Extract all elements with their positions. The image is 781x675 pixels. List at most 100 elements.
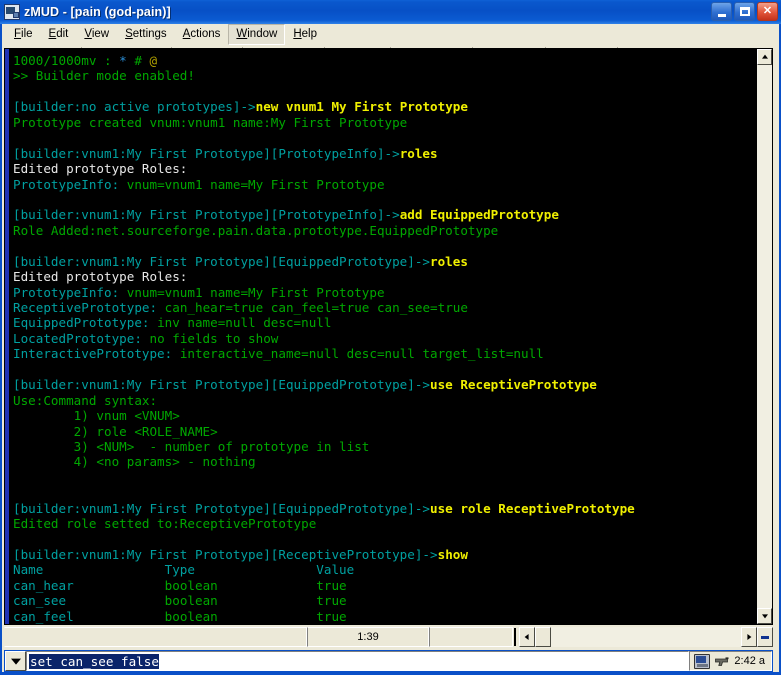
title-bar: zMUD - [pain (god-pain)] ✕ bbox=[0, 0, 781, 24]
terminal-text-run: [builder:vnum1:My First Prototype][Proto… bbox=[13, 207, 400, 223]
horizontal-scroll-thumb[interactable] bbox=[535, 627, 551, 647]
terminal-text-run: EquippedPrototype: bbox=[13, 315, 158, 331]
status-spare bbox=[429, 627, 513, 647]
terminal-line: [builder:vnum1:My First Prototype][Equip… bbox=[13, 501, 756, 516]
terminal-line: 1000/1000mv : * # @ bbox=[13, 53, 756, 68]
terminal-text-run: use role ReceptivePrototype bbox=[430, 500, 635, 516]
terminal-line: 3) <NUM> - number of prototype in list bbox=[13, 439, 756, 454]
terminal-text-run: no fields to show bbox=[149, 330, 279, 346]
terminal-line: can_see boolean true bbox=[13, 593, 756, 608]
menu-settings[interactable]: Settings bbox=[117, 24, 175, 45]
terminal-text-run: Role Added:net.sourceforge.pain.data.pro… bbox=[13, 222, 499, 238]
terminal-panel: 1000/1000mv : * # @ >> Builder mode enabl… bbox=[4, 48, 773, 625]
terminal-line: ReceptivePrototype: can_hear=true can_fe… bbox=[13, 300, 756, 315]
horizontal-scroll-track[interactable] bbox=[551, 627, 741, 647]
terminal-text-run: [builder:vnum1:My First Prototype][Proto… bbox=[13, 145, 400, 161]
minimize-button[interactable] bbox=[711, 2, 732, 21]
window-controls: ✕ bbox=[711, 2, 778, 21]
terminal-text-run: 1) vnum <VNUM> bbox=[13, 408, 180, 424]
terminal-text-run: can_see bbox=[13, 593, 165, 609]
command-bar: set can_see false 2:42 a bbox=[4, 650, 773, 672]
terminal-line: 4) <no params> - nothing bbox=[13, 454, 756, 469]
terminal-text-run: can_hear=true can_feel=true can_see=true bbox=[164, 300, 468, 315]
terminal-line: EquippedPrototype: inv name=null desc=nu… bbox=[13, 315, 756, 330]
terminal-text-run: Edited prototype Roles: bbox=[13, 269, 188, 285]
command-input-value[interactable]: set can_see false bbox=[29, 653, 159, 669]
terminal-line: [builder:vnum1:My First Prototype][Proto… bbox=[13, 207, 756, 222]
terminal-text-run: [builder:vnum1:My First Prototype][Equip… bbox=[13, 377, 431, 393]
terminal-line: Edited prototype Roles: bbox=[13, 161, 756, 176]
terminal-line: Edited prototype Roles: bbox=[13, 269, 756, 284]
terminal-text-run: boolean true bbox=[164, 593, 347, 609]
terminal-text-run: # bbox=[134, 53, 142, 68]
terminal-text-run: [builder:vnum1:My First Prototype][Equip… bbox=[13, 253, 431, 269]
terminal-text-run: vnum=vnum1 name=My First Prototype bbox=[126, 284, 385, 300]
terminal-text-run: can_feel bbox=[13, 608, 165, 624]
menu-window[interactable]: Window bbox=[228, 23, 286, 45]
terminal-text-run: >> Builder mode enabled! bbox=[13, 68, 195, 84]
terminal-line: PrototypeInfo: vnum=vnum1 name=My First … bbox=[13, 177, 756, 192]
terminal-text-run: boolean true bbox=[164, 577, 347, 593]
terminal-line: InteractivePrototype: interactive_name=n… bbox=[13, 346, 756, 361]
terminal-text-run: PrototypeInfo: bbox=[13, 176, 127, 192]
scroll-left-button[interactable] bbox=[519, 627, 535, 647]
menu-file[interactable]: File bbox=[6, 24, 41, 45]
trigger-gun-icon[interactable] bbox=[714, 654, 730, 669]
terminal-text-run: use ReceptivePrototype bbox=[430, 377, 597, 393]
menu-bar: File Edit View Settings Actions Window H… bbox=[2, 23, 779, 45]
command-input[interactable]: set can_see false bbox=[26, 651, 690, 671]
terminal-text-run: [builder:vnum1:My First Prototype][Equip… bbox=[13, 500, 431, 516]
terminal-text-run: * bbox=[119, 53, 127, 68]
terminal-text-run: 3) <NUM> - number of prototype in list bbox=[13, 438, 370, 454]
terminal-text-run: inv name=null desc=null bbox=[157, 315, 332, 331]
terminal-line: 2) role <ROLE_NAME> bbox=[13, 424, 756, 439]
terminal-text-run: LocatedPrototype: bbox=[13, 330, 150, 346]
close-button[interactable]: ✕ bbox=[757, 2, 778, 21]
command-history-dropdown[interactable] bbox=[5, 651, 26, 671]
terminal-line: LocatedPrototype: no fields to show bbox=[13, 331, 756, 346]
terminal-text-run: interactive_name=null desc=null target_l… bbox=[179, 346, 544, 362]
menu-help[interactable]: Help bbox=[285, 24, 325, 45]
menu-actions[interactable]: Actions bbox=[175, 24, 229, 45]
terminal-line: PrototypeInfo: vnum=vnum1 name=My First … bbox=[13, 285, 756, 300]
terminal-text-run: Use:Command syntax: bbox=[13, 392, 158, 408]
menu-edit[interactable]: Edit bbox=[41, 24, 77, 45]
terminal-line: [builder:vnum1:My First Prototype][Proto… bbox=[13, 146, 756, 161]
scroll-up-button[interactable] bbox=[757, 49, 772, 65]
terminal-output[interactable]: 1000/1000mv : * # @ >> Builder mode enabl… bbox=[9, 49, 756, 624]
status-timer: 1:39 bbox=[307, 627, 429, 647]
terminal-vertical-scrollbar[interactable] bbox=[756, 49, 772, 624]
scroll-right-button[interactable] bbox=[741, 627, 757, 647]
terminal-text-run: [builder:vnum1:My First Prototype][Recep… bbox=[13, 547, 438, 562]
terminal-text-run: roles bbox=[430, 253, 468, 269]
horizontal-scrollbar[interactable] bbox=[519, 627, 757, 647]
terminal-text-run: can_hear bbox=[13, 577, 165, 593]
terminal-line: Prototype created vnum:vnum1 name:My Fir… bbox=[13, 115, 756, 130]
terminal-text-run: 2) role <ROLE_NAME> bbox=[13, 423, 218, 439]
scroll-down-button[interactable] bbox=[757, 608, 772, 624]
status-bar: 1:39 bbox=[4, 627, 773, 647]
terminal-line: Role Added:net.sourceforge.pain.data.pro… bbox=[13, 223, 756, 238]
connection-icon[interactable] bbox=[694, 653, 711, 669]
terminal-text-run: roles bbox=[399, 145, 438, 161]
menu-view[interactable]: View bbox=[76, 24, 117, 45]
terminal-line: [builder:vnum1:My First Prototype][Equip… bbox=[13, 254, 756, 269]
terminal-line: can_feel boolean true bbox=[13, 609, 756, 624]
status-message bbox=[4, 627, 307, 647]
terminal-text-run: 1000/1000mv : bbox=[13, 53, 120, 68]
terminal-text-run: add EquippedPrototype bbox=[399, 207, 559, 223]
terminal-line: [builder:no active prototypes]->new vnum… bbox=[13, 99, 756, 114]
window-resize-grip[interactable] bbox=[757, 627, 773, 647]
zmud-app-icon bbox=[4, 4, 20, 20]
terminal-text-run bbox=[142, 53, 150, 68]
terminal-line: [builder:vnum1:My First Prototype][Equip… bbox=[13, 377, 756, 392]
terminal-text-run: Edited role setted to:ReceptivePrototype bbox=[13, 516, 317, 532]
maximize-button[interactable] bbox=[734, 2, 755, 21]
scroll-track[interactable] bbox=[757, 65, 772, 608]
